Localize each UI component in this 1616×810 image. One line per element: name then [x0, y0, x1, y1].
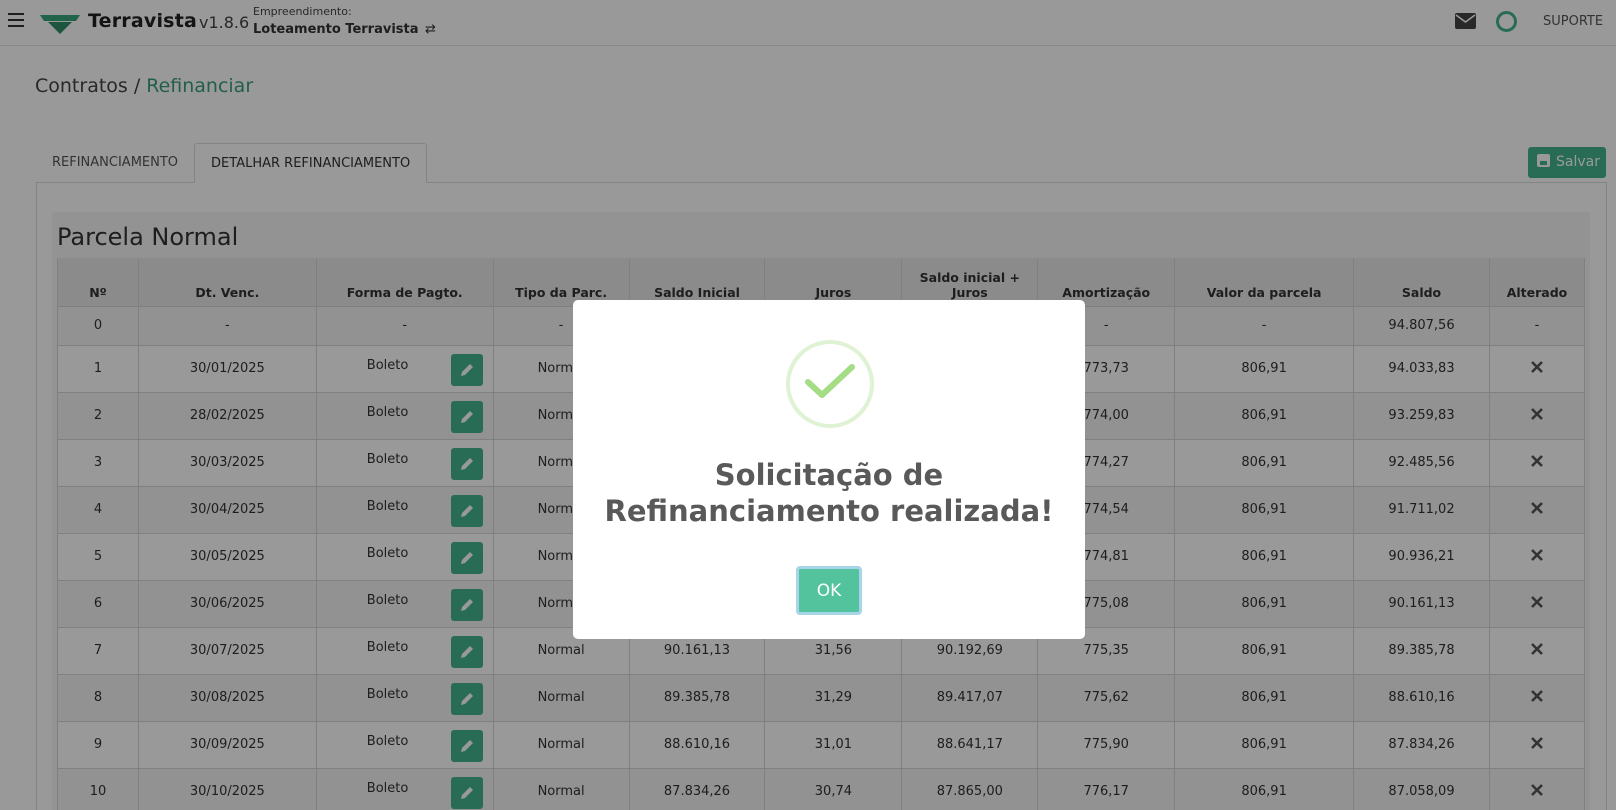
success-dialog: Solicitação de Refinanciamento realizada…: [573, 300, 1085, 639]
ok-button[interactable]: OK: [796, 566, 862, 615]
dialog-title: Solicitação de Refinanciamento realizada…: [604, 458, 1054, 528]
success-check-icon: [786, 340, 874, 428]
